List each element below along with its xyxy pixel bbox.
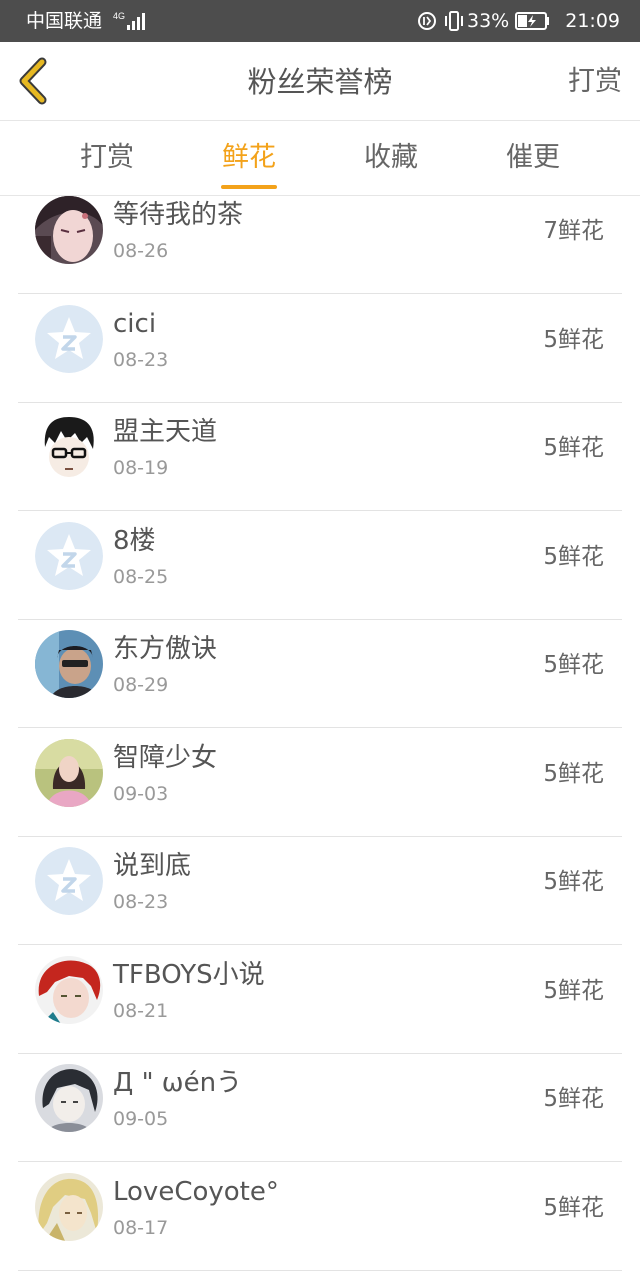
svg-text:4G: 4G bbox=[113, 11, 125, 21]
data-saver-icon bbox=[418, 12, 436, 30]
fan-row[interactable]: 说到底 08-23 5鲜花 bbox=[18, 837, 622, 945]
avatar[interactable] bbox=[35, 1173, 103, 1241]
tab-label: 催更 bbox=[506, 142, 560, 173]
tab-flowers[interactable]: 鲜花 bbox=[189, 121, 309, 195]
fan-date: 08-29 bbox=[113, 674, 169, 696]
signal-icon: 4G bbox=[113, 11, 145, 30]
chevron-left-icon bbox=[19, 57, 47, 105]
tab-urge-update[interactable]: 催更 bbox=[473, 121, 593, 195]
fan-row[interactable]: cici 08-23 5鲜花 bbox=[18, 295, 622, 403]
fan-date: 08-21 bbox=[113, 1000, 169, 1022]
fan-date: 09-03 bbox=[113, 783, 169, 805]
status-bar: 中国联通 4G 33% 21:09 bbox=[0, 0, 640, 42]
fan-date: 08-25 bbox=[113, 566, 169, 588]
fan-row[interactable]: 盟主天道 08-19 5鲜花 bbox=[18, 403, 622, 511]
fan-date: 08-23 bbox=[113, 349, 169, 371]
default-avatar-icon bbox=[35, 305, 103, 373]
back-button[interactable] bbox=[14, 56, 58, 106]
default-avatar[interactable] bbox=[35, 305, 103, 373]
fan-name: 说到底 bbox=[113, 851, 192, 881]
fan-row[interactable]: 等待我的茶 08-26 7鲜花 bbox=[18, 186, 622, 294]
tab-bar: 打赏 鲜花 收藏 催更 bbox=[0, 121, 640, 196]
fan-name: 盟主天道 bbox=[113, 417, 218, 447]
fan-date: 09-05 bbox=[113, 1108, 169, 1130]
flower-count: 5鲜花 bbox=[543, 1195, 604, 1221]
flower-count: 5鲜花 bbox=[543, 327, 604, 353]
fan-date: 08-19 bbox=[113, 457, 169, 479]
fan-name: cici bbox=[113, 309, 157, 339]
fan-name: Д " ωénう bbox=[113, 1068, 243, 1098]
tab-reward[interactable]: 打赏 bbox=[47, 121, 167, 195]
avatar[interactable] bbox=[35, 956, 103, 1024]
reward-button[interactable]: 打赏 bbox=[568, 64, 622, 100]
flower-count: 5鲜花 bbox=[543, 978, 604, 1004]
fan-name: TFBOYS小说 bbox=[113, 960, 265, 990]
fan-row[interactable]: Д " ωénう 09-05 5鲜花 bbox=[18, 1054, 622, 1162]
fan-name: 智障少女 bbox=[113, 743, 218, 773]
default-avatar[interactable] bbox=[35, 522, 103, 590]
flower-count: 5鲜花 bbox=[543, 761, 604, 787]
flower-count: 5鲜花 bbox=[543, 544, 604, 570]
tab-label: 鲜花 bbox=[222, 142, 276, 173]
default-avatar-icon bbox=[35, 847, 103, 915]
fan-name: 等待我的茶 bbox=[113, 200, 244, 230]
fan-name: LoveCoyote° bbox=[113, 1177, 279, 1207]
fan-row[interactable]: TFBOYS小说 08-21 5鲜花 bbox=[18, 946, 622, 1054]
avatar[interactable] bbox=[35, 1064, 103, 1132]
fan-name: 东方傲诀 bbox=[113, 634, 218, 664]
clock: 21:09 bbox=[565, 10, 620, 32]
fan-date: 08-26 bbox=[113, 240, 169, 262]
avatar[interactable] bbox=[35, 196, 103, 264]
default-avatar-icon bbox=[35, 522, 103, 590]
tab-favorites[interactable]: 收藏 bbox=[331, 121, 451, 195]
flower-count: 5鲜花 bbox=[543, 435, 604, 461]
fan-row[interactable]: 东方傲诀 08-29 5鲜花 bbox=[18, 620, 622, 728]
battery-percent: 33% bbox=[467, 10, 510, 32]
header-bar: 粉丝荣誉榜 打赏 bbox=[0, 42, 640, 121]
fan-date: 08-23 bbox=[113, 891, 169, 913]
fan-row[interactable]: LoveCoyote° 08-17 5鲜花 bbox=[18, 1163, 622, 1271]
flower-count: 5鲜花 bbox=[543, 1086, 604, 1112]
fan-row[interactable]: 8楼 08-25 5鲜花 bbox=[18, 512, 622, 620]
battery-charging-icon bbox=[515, 12, 550, 30]
flower-count: 7鲜花 bbox=[543, 218, 604, 244]
avatar[interactable] bbox=[35, 413, 103, 481]
fan-row[interactable]: 智障少女 09-03 5鲜花 bbox=[18, 729, 622, 837]
avatar[interactable] bbox=[35, 739, 103, 807]
fan-name: 8楼 bbox=[113, 526, 156, 556]
avatar[interactable] bbox=[35, 630, 103, 698]
vibrate-icon bbox=[445, 11, 463, 31]
tab-label: 打赏 bbox=[80, 142, 134, 173]
fan-date: 08-17 bbox=[113, 1217, 169, 1239]
page-title: 粉丝荣誉榜 bbox=[247, 65, 393, 99]
flower-count: 5鲜花 bbox=[543, 652, 604, 678]
flower-count: 5鲜花 bbox=[543, 869, 604, 895]
tab-label: 收藏 bbox=[364, 142, 418, 173]
carrier-name: 中国联通 bbox=[26, 10, 103, 32]
default-avatar[interactable] bbox=[35, 847, 103, 915]
